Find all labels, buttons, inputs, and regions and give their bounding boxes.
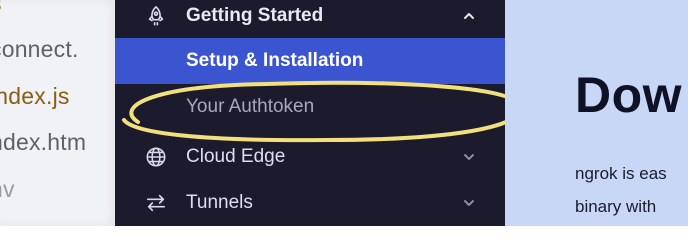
intro-text-line-2: binary with xyxy=(575,197,657,216)
sidebar-section-getting-started[interactable]: Getting Started xyxy=(115,0,505,39)
sidebar-item-cloud-edge[interactable]: Cloud Edge xyxy=(115,134,505,180)
sidebar-item-label: Tunnels xyxy=(186,192,253,213)
arrows-icon xyxy=(143,190,169,216)
sidebar-item-setup-installation[interactable]: Setup & Installation xyxy=(115,38,505,84)
page-heading: Dow xyxy=(575,67,683,123)
file-item-index-js[interactable]: index.js xyxy=(0,83,70,110)
intro-text-line-1: ngrok is eas xyxy=(575,164,667,183)
file-item-index-html[interactable]: ndex.htm xyxy=(0,129,86,156)
sidebar-item-label: Cloud Edge xyxy=(186,146,286,167)
sidebar-item-label: Setup & Installation xyxy=(186,50,364,71)
chevron-up-icon[interactable] xyxy=(460,7,478,25)
docs-sidebar: Getting Started Setup & Installation You… xyxy=(115,0,505,226)
file-item-partial[interactable]: s xyxy=(0,0,2,17)
file-item-env[interactable]: nv xyxy=(0,176,15,203)
chevron-down-icon[interactable] xyxy=(460,148,478,166)
editor-file-list: s connect. index.js ndex.htm nv xyxy=(0,0,118,226)
sidebar-section-label: Getting Started xyxy=(186,5,324,26)
chevron-down-icon[interactable] xyxy=(460,194,478,212)
screenshot-stage: s connect. index.js ndex.htm nv Getting … xyxy=(0,0,688,226)
sidebar-item-tunnels[interactable]: Tunnels xyxy=(115,180,505,226)
rocket-icon xyxy=(143,3,169,29)
file-item-connect[interactable]: connect. xyxy=(0,36,79,63)
sidebar-item-label: Your Authtoken xyxy=(186,96,315,117)
sidebar-item-your-authtoken[interactable]: Your Authtoken xyxy=(115,84,505,130)
docs-content: Dow ngrok is eas binary with xyxy=(505,0,688,226)
globe-icon xyxy=(143,144,169,170)
